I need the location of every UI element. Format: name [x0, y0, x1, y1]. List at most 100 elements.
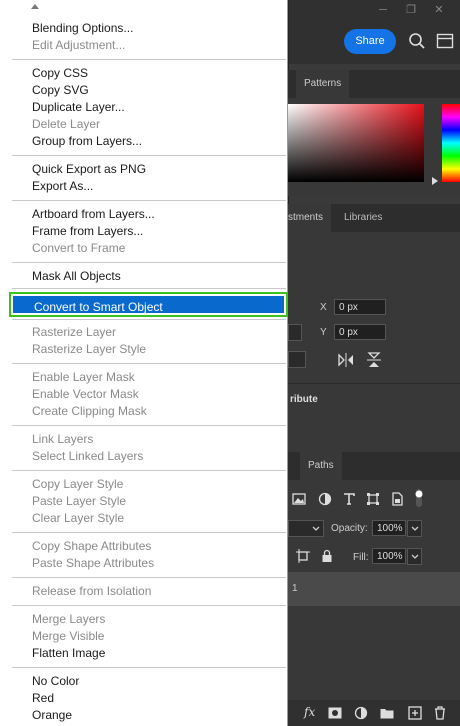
menu-separator: [12, 470, 286, 471]
image-filter-icon[interactable]: [292, 492, 306, 506]
menu-item-delete-layer[interactable]: Delete Layer: [32, 116, 100, 133]
menu-separator: [12, 577, 286, 578]
layer-row[interactable]: 1: [288, 572, 460, 606]
menu-item-rasterize-layer[interactable]: Rasterize Layer: [32, 324, 116, 341]
menu-item-paste-shape-attributes[interactable]: Paste Shape Attributes: [32, 555, 154, 572]
menu-item-red[interactable]: Red: [32, 690, 54, 707]
y-label: Y: [320, 327, 327, 338]
menu-item-copy-layer-style[interactable]: Copy Layer Style: [32, 476, 123, 493]
opacity-field[interactable]: 100%: [372, 520, 406, 536]
blend-mode-dropdown[interactable]: [288, 520, 324, 537]
lock-all-icon[interactable]: [320, 549, 334, 563]
color-picker-field[interactable]: [288, 104, 424, 182]
menu-item-select-linked-layers[interactable]: Select Linked Layers: [32, 448, 143, 465]
close-icon[interactable]: ✕: [428, 3, 450, 17]
menu-item-export-as[interactable]: Export As...: [32, 178, 93, 195]
menu-item-blending-options[interactable]: Blending Options...: [32, 20, 133, 37]
menu-item-mask-all-objects[interactable]: Mask All Objects: [32, 268, 121, 285]
menu-item-clear-layer-style[interactable]: Clear Layer Style: [32, 510, 124, 527]
layer-context-menu: Blending Options... Edit Adjustment... C…: [0, 0, 288, 726]
menu-item-group-from-layers[interactable]: Group from Layers...: [32, 133, 142, 150]
layers-panel-tabs: Paths: [288, 452, 460, 480]
minimize-icon[interactable]: ─: [372, 3, 394, 17]
menu-item-convert-to-frame[interactable]: Convert to Frame: [32, 240, 125, 257]
fill-dropdown[interactable]: [407, 548, 422, 565]
menu-item-artboard-from-layers[interactable]: Artboard from Layers...: [32, 206, 155, 223]
restore-icon[interactable]: ❐: [400, 3, 422, 17]
layer-name: 1: [292, 583, 298, 594]
properties-divider: [288, 383, 460, 384]
menu-item-orange[interactable]: Orange: [32, 707, 72, 724]
menu-separator: [12, 532, 286, 533]
chevron-down-icon: [411, 526, 419, 531]
shape-filter-icon[interactable]: [366, 492, 380, 506]
flip-horizontal-icon[interactable]: [338, 352, 354, 368]
lock-artboard-icon[interactable]: [296, 549, 310, 563]
tab-paths[interactable]: Paths: [300, 452, 342, 480]
menu-separator: [12, 605, 286, 606]
opacity-dropdown[interactable]: [407, 520, 422, 537]
color-panel-tabs: Patterns: [288, 70, 460, 98]
smart-object-filter-icon[interactable]: [390, 492, 404, 506]
menu-item-duplicate-layer[interactable]: Duplicate Layer...: [32, 99, 125, 116]
menu-separator: [12, 319, 286, 320]
search-icon[interactable]: [408, 32, 426, 50]
menu-item-merge-visible[interactable]: Merge Visible: [32, 628, 104, 645]
menu-item-copy-svg[interactable]: Copy SVG: [32, 82, 89, 99]
layers-bottom-bar: fx: [288, 700, 460, 726]
scroll-up-icon[interactable]: [30, 2, 40, 10]
chevron-down-icon: [411, 554, 419, 559]
y-field[interactable]: 0 px: [334, 324, 386, 340]
rotate-dropdown[interactable]: [288, 351, 306, 368]
menu-item-rasterize-layer-style[interactable]: Rasterize Layer Style: [32, 341, 146, 358]
menu-item-copy-css[interactable]: Copy CSS: [32, 65, 88, 82]
menu-item-enable-layer-mask[interactable]: Enable Layer Mask: [32, 369, 135, 386]
menu-item-paste-layer-style[interactable]: Paste Layer Style: [32, 493, 126, 510]
menu-item-no-color[interactable]: No Color: [32, 673, 79, 690]
menu-item-frame-from-layers[interactable]: Frame from Layers...: [32, 223, 143, 240]
fill-field[interactable]: 100%: [372, 548, 406, 564]
new-group-icon[interactable]: [380, 707, 394, 719]
menu-separator: [12, 200, 286, 201]
menu-item-edit-adjustment[interactable]: Edit Adjustment...: [32, 37, 125, 54]
w-field[interactable]: [288, 324, 302, 341]
menu-item-flatten-image[interactable]: Flatten Image: [32, 645, 105, 662]
menu-separator: [12, 363, 286, 364]
flip-vertical-icon[interactable]: [366, 352, 382, 368]
tab-libraries[interactable]: Libraries: [336, 204, 391, 232]
menu-item-link-layers[interactable]: Link Layers: [32, 431, 93, 448]
adjustment-filter-icon[interactable]: [318, 492, 332, 506]
menu-separator: [12, 425, 286, 426]
hue-slider[interactable]: [442, 104, 460, 182]
menu-item-copy-shape-attributes[interactable]: Copy Shape Attributes: [32, 538, 151, 555]
share-button[interactable]: Share: [344, 29, 396, 54]
menu-separator: [12, 59, 286, 60]
filter-toggle-icon[interactable]: [412, 488, 426, 508]
new-adjustment-icon[interactable]: [354, 706, 368, 720]
add-mask-icon[interactable]: [328, 707, 342, 719]
menu-item-release-from-isolation[interactable]: Release from Isolation: [32, 583, 151, 600]
trash-icon[interactable]: [434, 706, 446, 720]
properties-panel-tabs: stments Libraries: [280, 204, 460, 232]
menu-item-convert-to-smart-object[interactable]: Convert to Smart Object: [9, 292, 288, 317]
menu-item-quick-export-png[interactable]: Quick Export as PNG: [32, 161, 146, 178]
properties-panel: [288, 232, 460, 452]
new-layer-icon[interactable]: [408, 706, 422, 720]
hue-marker-icon[interactable]: [432, 177, 438, 185]
menu-separator: [12, 288, 286, 289]
opacity-label: Opacity:: [331, 523, 368, 534]
attribute-heading: ribute: [290, 394, 318, 405]
chevron-down-icon: [312, 526, 320, 531]
menu-item-create-clipping-mask[interactable]: Create Clipping Mask: [32, 403, 147, 420]
x-label: X: [320, 302, 327, 313]
tab-patterns[interactable]: Patterns: [296, 70, 350, 98]
menu-item-highlight: Convert to Smart Object: [13, 296, 284, 314]
x-field[interactable]: 0 px: [334, 299, 386, 315]
menu-item-enable-vector-mask[interactable]: Enable Vector Mask: [32, 386, 139, 403]
menu-item-merge-layers[interactable]: Merge Layers: [32, 611, 105, 628]
menu-separator: [12, 155, 286, 156]
fill-label: Fill:: [353, 552, 369, 563]
workspace-icon[interactable]: [436, 32, 454, 50]
fx-icon[interactable]: fx: [304, 705, 315, 719]
type-filter-icon[interactable]: [342, 492, 356, 506]
